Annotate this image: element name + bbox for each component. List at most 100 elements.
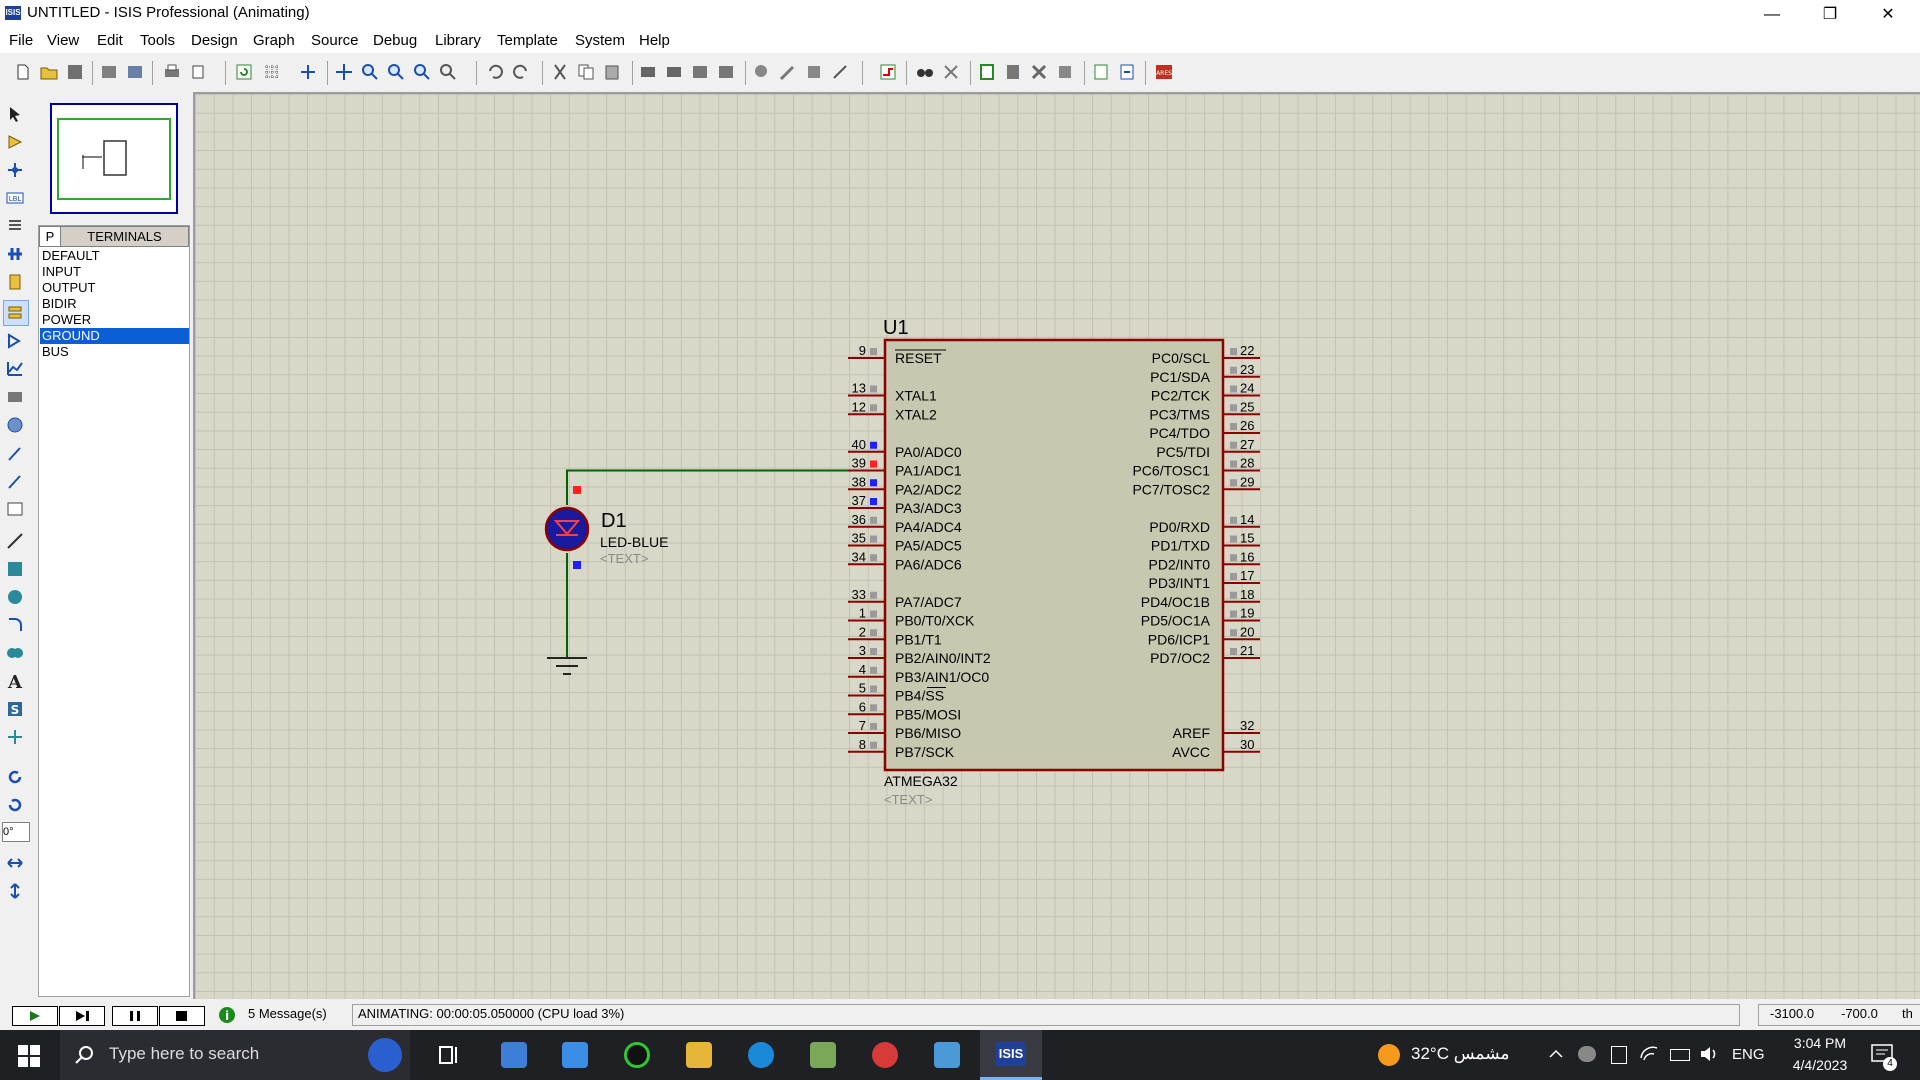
menu-system[interactable]: System bbox=[575, 32, 625, 49]
box-tool-icon[interactable] bbox=[6, 560, 24, 578]
bing-icon[interactable] bbox=[368, 1038, 402, 1072]
terminal-item[interactable]: BUS bbox=[40, 344, 189, 360]
circle-tool-icon[interactable] bbox=[6, 588, 24, 606]
terminal-item-selected[interactable]: GROUND bbox=[40, 328, 189, 344]
edge-browser-icon[interactable] bbox=[748, 1042, 774, 1068]
menu-library[interactable]: Library bbox=[435, 32, 481, 49]
app-icon-red[interactable] bbox=[872, 1042, 898, 1068]
redo-icon[interactable] bbox=[512, 63, 530, 81]
current-probe-icon[interactable] bbox=[6, 472, 24, 490]
pause-button[interactable] bbox=[112, 1006, 158, 1026]
menu-tools[interactable]: Tools bbox=[140, 32, 175, 49]
paste-icon[interactable] bbox=[603, 63, 621, 81]
battery-icon[interactable] bbox=[1670, 1049, 1690, 1061]
new-file-icon[interactable] bbox=[14, 63, 32, 81]
line-tool-icon[interactable] bbox=[6, 532, 24, 550]
photos-icon[interactable] bbox=[934, 1042, 960, 1068]
zoom-all-icon[interactable] bbox=[413, 63, 431, 81]
zoom-out-icon[interactable] bbox=[387, 63, 405, 81]
text-script-icon[interactable] bbox=[6, 217, 24, 235]
windows-start-icon[interactable] bbox=[18, 1045, 40, 1067]
rotation-angle-field[interactable]: 0° bbox=[2, 822, 30, 842]
step-button[interactable] bbox=[59, 1006, 105, 1026]
app-icon-green[interactable] bbox=[624, 1042, 650, 1068]
block-move-icon[interactable] bbox=[665, 63, 683, 81]
mail-icon[interactable] bbox=[562, 1042, 588, 1068]
packaging-tool-icon[interactable] bbox=[805, 63, 823, 81]
import-icon[interactable] bbox=[100, 63, 118, 81]
restore-button[interactable]: ❐ bbox=[1801, 0, 1859, 29]
cut-icon[interactable] bbox=[551, 63, 569, 81]
origin-icon[interactable] bbox=[299, 63, 317, 81]
message-count[interactable]: 5 Message(s) bbox=[248, 1006, 327, 1021]
rotate-clockwise-icon[interactable] bbox=[6, 768, 24, 786]
subcircuit-icon[interactable] bbox=[6, 273, 24, 291]
virtual-instruments-icon[interactable] bbox=[6, 500, 24, 518]
decompose-icon[interactable] bbox=[831, 63, 849, 81]
clock-date[interactable]: 4/4/2023 bbox=[1775, 1057, 1865, 1073]
terminal-item[interactable]: OUTPUT bbox=[40, 280, 189, 296]
bus-icon[interactable] bbox=[6, 245, 24, 263]
print-area-icon[interactable] bbox=[189, 63, 207, 81]
bill-of-materials-icon[interactable] bbox=[1092, 63, 1110, 81]
menu-help[interactable]: Help bbox=[639, 32, 670, 49]
file-explorer-icon[interactable] bbox=[686, 1042, 712, 1068]
print-icon[interactable] bbox=[163, 63, 181, 81]
tape-recorder-icon[interactable] bbox=[6, 388, 24, 406]
close-button[interactable]: ✕ bbox=[1859, 0, 1917, 29]
taskbar-search[interactable]: Type here to search bbox=[60, 1030, 410, 1080]
remove-sheet-icon[interactable] bbox=[1004, 63, 1022, 81]
text-tool-icon[interactable]: A bbox=[6, 672, 24, 690]
terminals-mode-icon[interactable] bbox=[6, 304, 24, 322]
refresh-icon[interactable] bbox=[235, 63, 253, 81]
arc-tool-icon[interactable] bbox=[6, 616, 24, 634]
generator-mode-icon[interactable] bbox=[6, 416, 24, 434]
volume-icon[interactable] bbox=[1699, 1044, 1719, 1064]
copy-icon[interactable] bbox=[577, 63, 595, 81]
wifi-icon[interactable] bbox=[1639, 1044, 1659, 1062]
zoom-to-child-icon[interactable] bbox=[1056, 63, 1074, 81]
terminal-item[interactable]: INPUT bbox=[40, 264, 189, 280]
stop-button[interactable] bbox=[159, 1006, 205, 1026]
onedrive-icon[interactable] bbox=[1578, 1046, 1596, 1062]
wire-autorouter-icon[interactable] bbox=[879, 63, 897, 81]
block-rotate-icon[interactable] bbox=[691, 63, 709, 81]
terminal-item[interactable]: DEFAULT bbox=[40, 248, 189, 264]
menu-view[interactable]: View bbox=[47, 32, 79, 49]
block-copy-icon[interactable] bbox=[639, 63, 657, 81]
junction-dot-icon[interactable] bbox=[6, 161, 24, 179]
clock-time[interactable]: 3:04 PM bbox=[1780, 1035, 1860, 1051]
block-delete-icon[interactable] bbox=[717, 63, 735, 81]
open-folder-icon[interactable] bbox=[40, 63, 58, 81]
grid-icon[interactable] bbox=[263, 63, 281, 81]
export-icon[interactable] bbox=[126, 63, 144, 81]
pan-icon[interactable] bbox=[335, 63, 353, 81]
marker-tool-icon[interactable] bbox=[6, 728, 24, 746]
app-icon-chart[interactable] bbox=[810, 1042, 836, 1068]
terminal-item[interactable]: POWER bbox=[40, 312, 189, 328]
zoom-in-icon[interactable] bbox=[361, 63, 379, 81]
search-tag-icon[interactable] bbox=[916, 63, 934, 81]
overview-window[interactable] bbox=[50, 103, 178, 214]
chevron-up-icon[interactable] bbox=[1548, 1046, 1564, 1062]
mirror-vertical-icon[interactable] bbox=[6, 882, 24, 900]
rotate-anticlockwise-icon[interactable] bbox=[6, 796, 24, 814]
netlist-to-ares-icon[interactable]: ARES bbox=[1155, 63, 1173, 81]
play-button[interactable] bbox=[12, 1006, 58, 1026]
schematic-canvas[interactable] bbox=[193, 92, 1920, 999]
symbol-tool-icon[interactable]: S bbox=[6, 700, 24, 718]
graph-mode-icon[interactable] bbox=[6, 360, 24, 378]
mirror-horizontal-icon[interactable] bbox=[6, 854, 24, 872]
task-view-icon[interactable] bbox=[438, 1044, 462, 1066]
pick-devices-button[interactable]: P bbox=[39, 226, 61, 247]
menu-graph[interactable]: Graph bbox=[253, 32, 295, 49]
menu-template[interactable]: Template bbox=[497, 32, 558, 49]
weather-text[interactable]: 32°C مشمس bbox=[1411, 1044, 1510, 1064]
electrical-rule-check-icon[interactable] bbox=[1118, 63, 1136, 81]
component-mode-icon[interactable] bbox=[6, 133, 24, 151]
device-icon[interactable] bbox=[1611, 1046, 1627, 1064]
microsoft-store-icon[interactable] bbox=[501, 1042, 527, 1068]
menu-source[interactable]: Source bbox=[311, 32, 359, 49]
device-pins-icon[interactable] bbox=[6, 332, 24, 350]
wire-label-icon[interactable]: LBL bbox=[6, 189, 24, 207]
